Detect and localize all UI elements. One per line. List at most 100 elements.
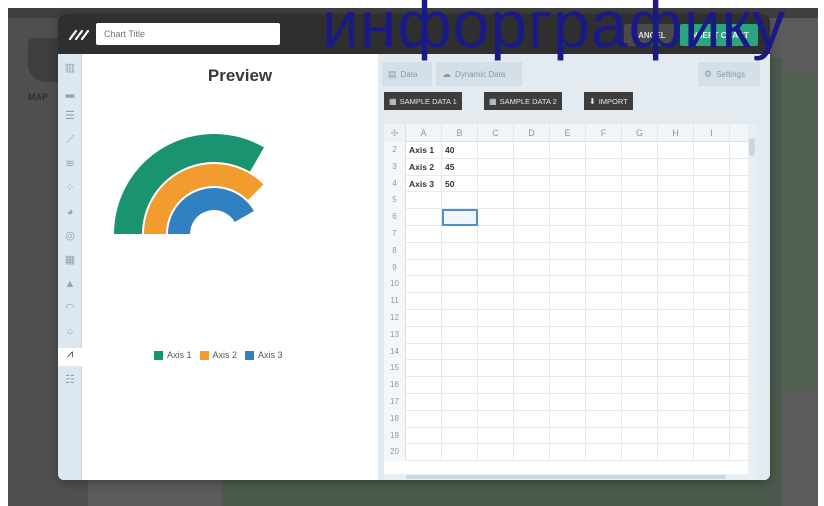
table-cell[interactable] — [514, 158, 550, 176]
table-cell[interactable] — [478, 276, 514, 294]
table-cell[interactable] — [550, 427, 586, 445]
table-cell[interactable] — [586, 142, 622, 159]
table-cell[interactable] — [406, 293, 442, 310]
table-cell[interactable] — [694, 226, 730, 243]
table-cell[interactable] — [442, 444, 478, 462]
table-cell[interactable] — [406, 209, 442, 226]
table-cell[interactable] — [550, 293, 586, 310]
table-cell[interactable] — [658, 209, 694, 226]
table-cell[interactable] — [586, 326, 622, 344]
table-cell[interactable] — [658, 175, 694, 193]
table-cell[interactable] — [658, 326, 694, 344]
table-cell[interactable] — [622, 158, 658, 176]
row-number[interactable]: 6 — [384, 209, 406, 226]
table-cell[interactable] — [550, 158, 586, 176]
table-cell[interactable] — [406, 276, 442, 294]
table-cell[interactable] — [550, 394, 586, 411]
table-cell[interactable] — [622, 377, 658, 394]
table-cell[interactable] — [694, 158, 730, 176]
row-number[interactable]: 20 — [384, 444, 406, 462]
tab-data[interactable]: ▤ Data — [382, 62, 432, 86]
table-cell[interactable] — [694, 192, 730, 210]
column-header[interactable]: H — [658, 124, 694, 142]
table-cell[interactable] — [514, 343, 550, 361]
table-cell[interactable] — [694, 242, 730, 260]
row-number[interactable]: 5 — [384, 192, 406, 210]
table-cell[interactable] — [478, 343, 514, 361]
table-cell[interactable] — [478, 226, 514, 243]
table-cell[interactable] — [658, 310, 694, 327]
table-cell[interactable] — [658, 192, 694, 210]
table-cell[interactable] — [586, 259, 622, 277]
table-cell[interactable] — [622, 259, 658, 277]
table-cell[interactable] — [586, 444, 622, 462]
table-cell[interactable] — [622, 175, 658, 193]
table-cell[interactable] — [586, 242, 622, 260]
table-cell[interactable] — [478, 410, 514, 428]
horizontal-scrollbar[interactable] — [384, 474, 754, 480]
table-cell[interactable] — [622, 242, 658, 260]
table-cell[interactable] — [442, 377, 478, 394]
table-cell[interactable] — [694, 209, 730, 226]
table-cell[interactable] — [514, 259, 550, 277]
table-cell[interactable] — [658, 259, 694, 277]
table-cell[interactable] — [442, 242, 478, 260]
table-cell[interactable] — [478, 310, 514, 327]
table-cell[interactable] — [550, 209, 586, 226]
table-cell[interactable] — [478, 326, 514, 344]
table-cell[interactable] — [442, 326, 478, 344]
table-cell[interactable] — [442, 343, 478, 361]
table-cell[interactable] — [514, 410, 550, 428]
table-cell[interactable]: Axis 1 — [406, 142, 442, 159]
table-cell[interactable] — [586, 175, 622, 193]
table-cell[interactable]: 45 — [442, 158, 478, 176]
table-cell[interactable] — [658, 360, 694, 378]
table-cell[interactable] — [550, 276, 586, 294]
table-cell[interactable] — [622, 343, 658, 361]
table-cell[interactable] — [478, 158, 514, 176]
chart-title-input[interactable] — [96, 23, 280, 45]
selected-cell[interactable] — [442, 209, 478, 226]
table-cell[interactable] — [478, 427, 514, 445]
table-cell[interactable] — [406, 343, 442, 361]
table-cell[interactable] — [514, 209, 550, 226]
table-cell[interactable] — [658, 427, 694, 445]
row-number[interactable]: 10 — [384, 276, 406, 294]
table-cell[interactable] — [586, 310, 622, 327]
table-cell[interactable] — [586, 209, 622, 226]
table-cell[interactable] — [658, 242, 694, 260]
table-cell[interactable] — [658, 444, 694, 462]
table-cell[interactable] — [586, 343, 622, 361]
table-cell[interactable] — [406, 360, 442, 378]
table-cell[interactable] — [586, 410, 622, 428]
table-cell[interactable] — [622, 326, 658, 344]
table-cell[interactable] — [694, 343, 730, 361]
table-cell[interactable] — [514, 192, 550, 210]
table-cell[interactable] — [478, 242, 514, 260]
table-cell[interactable] — [514, 394, 550, 411]
gauge-chart-icon[interactable]: ◠ — [63, 302, 77, 314]
table-cell[interactable] — [406, 310, 442, 327]
table-cell[interactable] — [622, 444, 658, 462]
map-chart-icon[interactable]: ☷ — [63, 374, 77, 386]
table-cell[interactable] — [622, 142, 658, 159]
table-cell[interactable] — [622, 394, 658, 411]
table-cell[interactable] — [550, 226, 586, 243]
table-cell[interactable] — [514, 427, 550, 445]
table-cell[interactable]: 50 — [442, 175, 478, 193]
table-cell[interactable] — [406, 326, 442, 344]
spreadsheet[interactable]: ✣ ABCDEFGHI 2 Axis 1 40 3 Axis 2 45 4 Axis 3 50 5… — [384, 124, 754, 480]
table-cell[interactable] — [442, 427, 478, 445]
table-cell[interactable] — [478, 259, 514, 277]
column-header[interactable]: F — [586, 124, 622, 142]
table-cell[interactable] — [514, 293, 550, 310]
row-number[interactable]: 14 — [384, 343, 406, 361]
table-cell[interactable] — [586, 192, 622, 210]
table-cell[interactable] — [514, 326, 550, 344]
tab-dynamic-data[interactable]: ☁ Dynamic Data — [436, 62, 522, 86]
table-cell[interactable] — [514, 377, 550, 394]
table-cell[interactable] — [478, 360, 514, 378]
table-cell[interactable] — [406, 410, 442, 428]
scatter-chart-icon[interactable]: ⁘ — [63, 182, 77, 194]
column-header[interactable]: I — [694, 124, 730, 142]
